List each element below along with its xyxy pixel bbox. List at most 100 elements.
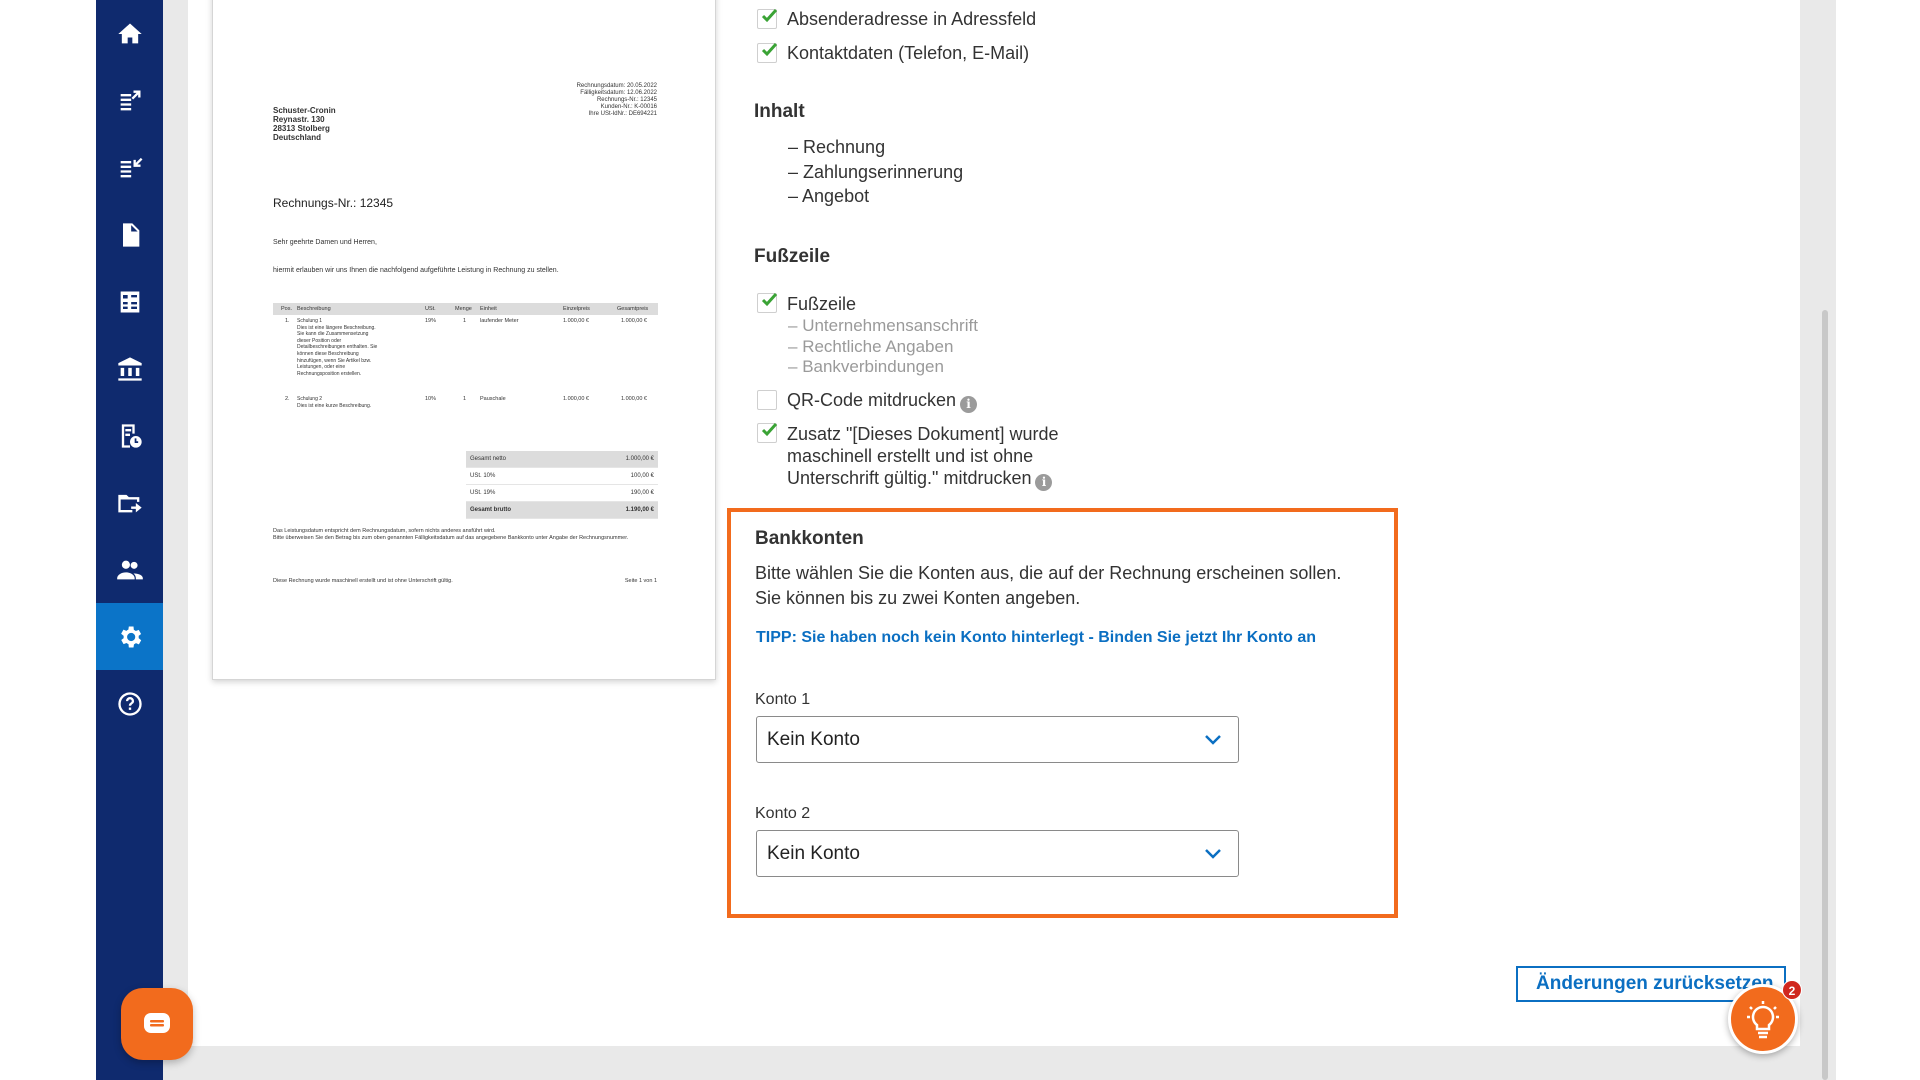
qr-label-text: QR-Code mitdrucken xyxy=(787,390,957,410)
checkbox-footer[interactable] xyxy=(757,292,778,313)
sidebar-item-contacts[interactable] xyxy=(96,536,163,603)
table-row: 1. Schulung 1 Dies ist eine längere Besc… xyxy=(273,315,658,393)
footer-subitem: – Rechtliche Angaben xyxy=(788,337,954,356)
label-machine-note-line3: Unterschrift gültig." mitdrucken i xyxy=(787,468,1053,491)
scrollbar-thumb[interactable] xyxy=(1822,310,1828,1080)
invoice-number: Rechnungs-Nr.: 12345 xyxy=(273,196,394,210)
info-icon[interactable]: i xyxy=(960,396,978,413)
checkbox-machine-note[interactable] xyxy=(757,422,778,443)
row-price: 1.000,00 € xyxy=(563,396,589,402)
invoice-page-number: Seite 1 von 1 xyxy=(624,578,657,584)
sidebar-item-documents[interactable] xyxy=(96,201,163,268)
label-machine-note-line1: Zusatz "[Dieses Dokument] wurde xyxy=(787,424,1059,444)
chevron-down-icon xyxy=(1205,849,1221,859)
bank-icon xyxy=(117,356,142,381)
account2-select[interactable]: Kein Konto xyxy=(756,830,1239,877)
label-qr-code: QR-Code mitdrucken i xyxy=(787,390,978,413)
chevron-down-icon xyxy=(1205,735,1221,745)
table-row: 2. Schulung 2 Dies ist eine kurze Beschr… xyxy=(273,393,658,413)
sidebar-item-home[interactable] xyxy=(96,0,163,67)
content-heading: Inhalt xyxy=(754,101,805,122)
calculator-icon xyxy=(120,291,139,312)
invoice-totals: Gesamt netto 1.000,00 € USt. 10% 100,00 € … xyxy=(466,451,658,519)
invoice-intro: hiermit erlauben wir uns Ihnen die nachf… xyxy=(273,267,559,274)
checkbox-sender-address[interactable] xyxy=(757,8,778,29)
sidebar-item-settings[interactable] xyxy=(96,603,163,670)
sidebar-item-expenses[interactable] xyxy=(96,134,163,201)
help-icon xyxy=(117,691,142,716)
sidebar-item-help[interactable] xyxy=(96,670,163,737)
total-row: USt. 10% 100,00 € xyxy=(466,468,658,485)
label-contact-data: Kontaktdaten (Telefon, E-Mail) xyxy=(787,43,1030,63)
content-item-label: Angebot xyxy=(802,186,870,206)
row-vat: 19% xyxy=(425,318,437,324)
machine-note-text: Unterschrift gültig." mitdrucken xyxy=(787,468,1032,488)
content-item-label: Rechnung xyxy=(803,137,886,157)
invoice-sender-address: Schuster-Cronin Reynastr. 130 28313 Stol… xyxy=(273,106,336,142)
folder-export-icon xyxy=(117,494,142,512)
info-icon[interactable]: i xyxy=(1035,474,1053,491)
content-item: – Angebot xyxy=(788,186,870,206)
total-label: USt. 19% xyxy=(470,490,496,496)
footer-subitem-label: Bankverbindungen xyxy=(802,357,944,376)
account1-label: Konto 1 xyxy=(755,691,811,708)
account1-select[interactable]: Kein Konto xyxy=(756,716,1239,763)
invoice-meta: Rechnungsdatum: 20.05.2022 Fälligkeitsda… xyxy=(576,83,657,117)
row-qty: 1 xyxy=(463,318,467,324)
col-vat: USt. xyxy=(425,306,436,312)
income-export-icon xyxy=(120,90,140,110)
row-pos: 1. xyxy=(285,318,290,324)
receipt-icon xyxy=(121,423,142,448)
footer-subitem-label: Unternehmensanschrift xyxy=(802,316,978,335)
invoice-greeting: Sehr geehrte Damen und Herren, xyxy=(273,239,377,246)
expense-import-icon xyxy=(120,157,142,177)
col-unit-price: Einzelpreis xyxy=(563,306,590,312)
notification-badge: 2 xyxy=(1782,980,1802,1000)
checkbox-contact-data[interactable] xyxy=(757,42,778,63)
bank-description-line2: Sie können bis zu zwei Konten angeben. xyxy=(755,588,1081,608)
row-pos: 2. xyxy=(285,396,290,402)
document-icon xyxy=(122,222,139,247)
row-description: Schulung 2 Dies ist eine kurze Beschreib… xyxy=(297,396,372,409)
content-item: – Rechnung xyxy=(788,137,886,157)
total-row: Gesamt brutto 1.190,00 € xyxy=(466,502,658,519)
account1-value: Kein Konto xyxy=(767,729,860,750)
row-total: 1.000,00 € xyxy=(621,318,647,324)
col-unit: Einheit xyxy=(480,306,497,312)
total-value: 100,00 € xyxy=(630,473,654,479)
connect-account-link[interactable]: TIPP: Sie haben noch kein Konto hinterle… xyxy=(756,629,1316,647)
label-machine-note-line2: maschinell erstellt und ist ohne xyxy=(787,446,1034,466)
check-icon xyxy=(761,8,778,23)
home-icon xyxy=(117,23,142,43)
row-description: Schulung 1 Dies ist eine längere Beschre… xyxy=(297,318,378,377)
label-footer: Fußzeile xyxy=(787,294,857,314)
check-icon xyxy=(761,422,778,437)
sidebar-item-export[interactable] xyxy=(96,469,163,536)
footer-heading: Fußzeile xyxy=(754,246,831,267)
chat-button[interactable] xyxy=(121,988,193,1060)
account2-label: Konto 2 xyxy=(755,805,811,822)
row-unit: laufender Meter xyxy=(480,318,519,324)
bank-accounts-heading: Bankkonten xyxy=(755,528,864,549)
people-icon xyxy=(116,560,143,579)
sidebar-item-bank[interactable] xyxy=(96,335,163,402)
row-total: 1.000,00 € xyxy=(621,396,647,402)
account2-value: Kein Konto xyxy=(767,843,860,864)
col-total: Gesamtpreis xyxy=(617,306,649,312)
sidebar-item-accounting[interactable] xyxy=(96,268,163,335)
footer-subitem-label: Rechtliche Angaben xyxy=(802,337,954,356)
total-row: Gesamt netto 1.000,00 € xyxy=(466,451,658,468)
sidebar-item-receipts[interactable] xyxy=(96,402,163,469)
row-unit: Pauschale xyxy=(480,396,506,402)
col-pos: Pos. xyxy=(281,306,293,312)
checkbox-qr-code[interactable] xyxy=(757,390,777,410)
settings-icon xyxy=(120,626,141,647)
invoice-note: Das Leistungsdatum entspricht dem Rechnu… xyxy=(273,528,629,541)
label-sender-address: Absenderadresse in Adressfeld xyxy=(787,9,1037,29)
sidebar xyxy=(96,0,163,1080)
content-item-label: Zahlungserinnerung xyxy=(803,162,964,182)
check-icon xyxy=(761,42,778,57)
row-price: 1.000,00 € xyxy=(563,318,589,324)
sidebar-item-income[interactable] xyxy=(96,67,163,134)
col-qty: Menge xyxy=(455,306,472,312)
